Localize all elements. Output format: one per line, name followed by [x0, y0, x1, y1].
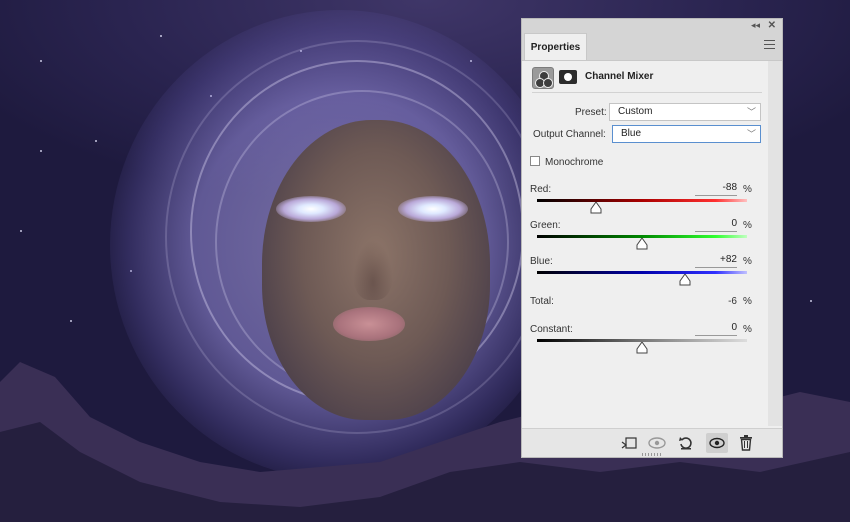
green-value-field[interactable]: 0	[695, 217, 737, 232]
clip-to-layer-icon[interactable]	[618, 433, 640, 453]
chevron-down-icon: ﹀	[746, 129, 756, 139]
red-value-field[interactable]: -88	[695, 181, 737, 196]
adjustment-header: Channel Mixer	[532, 67, 772, 89]
red-unit: %	[743, 184, 752, 195]
total-value: -6	[728, 296, 737, 307]
collapse-panel-button[interactable]: ◂◂	[751, 19, 760, 32]
tab-properties[interactable]: Properties	[524, 33, 587, 60]
panel-scrollbar[interactable]	[768, 61, 782, 426]
chevron-down-icon: ﹀	[746, 107, 756, 117]
constant-label: Constant:	[530, 324, 573, 335]
blue-slider-track[interactable]	[537, 271, 747, 274]
constant-unit: %	[743, 324, 752, 335]
red-label: Red:	[530, 184, 552, 195]
green-unit: %	[743, 220, 752, 231]
panel-footer-toolbar	[522, 428, 782, 457]
preset-label: Preset:	[575, 107, 607, 118]
output-channel-label: Output Channel:	[533, 129, 606, 140]
view-previous-state-icon[interactable]	[646, 433, 668, 453]
red-slider-track[interactable]	[537, 199, 747, 202]
glowing-eye-left	[276, 196, 346, 222]
panel-menu-icon[interactable]	[764, 40, 775, 49]
layer-mask-icon[interactable]	[559, 70, 577, 84]
green-label: Green:	[530, 220, 561, 231]
visibility-eye-icon[interactable]	[706, 433, 728, 453]
panel-tabbar: Properties	[522, 32, 782, 61]
channel-mixer-icon[interactable]	[532, 67, 554, 89]
blue-label: Blue:	[530, 256, 553, 267]
monochrome-checkbox[interactable]	[530, 156, 540, 166]
constant-value-field[interactable]: 0	[695, 321, 737, 336]
total-unit: %	[743, 296, 752, 307]
blue-unit: %	[743, 256, 752, 267]
preset-select[interactable]: Custom ﹀	[609, 103, 761, 121]
adjustment-title: Channel Mixer	[585, 71, 654, 82]
properties-panel: ◂◂ ✕ Properties Channel Mixer Preset: Cu…	[521, 18, 783, 458]
panel-titlebar: ◂◂ ✕	[522, 19, 782, 32]
reset-icon[interactable]	[675, 433, 697, 453]
preset-value: Custom	[618, 106, 653, 117]
output-channel-value: Blue	[621, 128, 642, 139]
blue-value-field[interactable]: +82	[695, 253, 737, 268]
glowing-eye-right	[398, 196, 468, 222]
total-label: Total:	[530, 296, 554, 307]
monochrome-label: Monochrome	[545, 157, 604, 168]
close-panel-button[interactable]: ✕	[768, 19, 776, 32]
output-channel-select[interactable]: Blue ﹀	[612, 125, 761, 143]
delete-icon[interactable]	[735, 433, 757, 453]
panel-resize-grip[interactable]	[642, 453, 662, 456]
